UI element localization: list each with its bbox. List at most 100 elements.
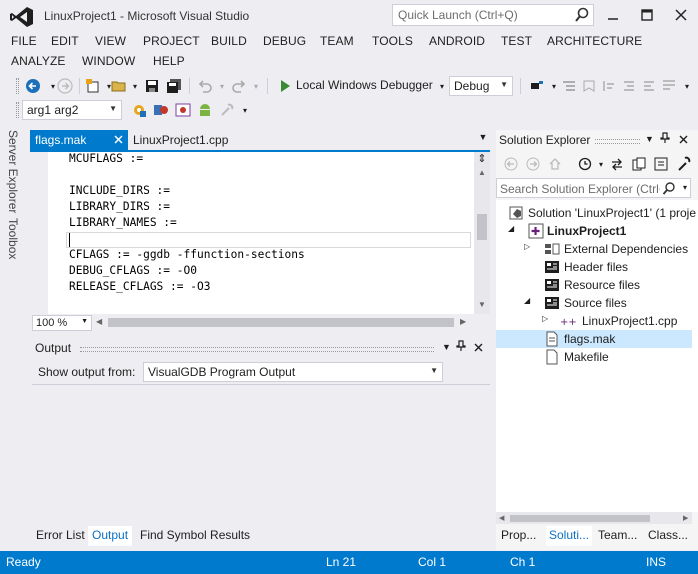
menu-debug[interactable]: DEBUG bbox=[263, 34, 306, 48]
attach-process-button[interactable] bbox=[528, 77, 546, 95]
align-button[interactable] bbox=[600, 77, 618, 95]
code-line[interactable]: CFLAGS := -ggdb -ffunction-sections bbox=[69, 248, 305, 261]
panel-options-dropdown[interactable]: ▼ bbox=[645, 134, 654, 144]
tab-class-view[interactable]: Class... bbox=[645, 526, 691, 546]
scroll-up-icon[interactable]: ▲ bbox=[478, 168, 486, 177]
expanded-arrow-icon[interactable]: ◢ bbox=[508, 224, 514, 233]
toolbox-tab[interactable]: Toolbox bbox=[6, 218, 20, 259]
server-explorer-tab[interactable]: Server Explorer bbox=[6, 130, 20, 213]
code-line[interactable]: LIBRARY_NAMES := bbox=[69, 216, 177, 229]
menu-edit[interactable]: EDIT bbox=[51, 34, 79, 48]
android-button[interactable] bbox=[196, 101, 214, 119]
menu-tools[interactable]: TOOLS bbox=[372, 34, 413, 48]
open-file-dropdown[interactable]: ▾ bbox=[126, 77, 144, 95]
code-line[interactable]: DEBUG_CFLAGS := -O0 bbox=[69, 264, 197, 277]
debug-arguments-select[interactable]: arg1 arg2 ▼ bbox=[22, 100, 122, 120]
tree-item-header-files[interactable]: Header files bbox=[504, 258, 694, 276]
se-home-button[interactable] bbox=[546, 155, 564, 173]
close-panel-button[interactable] bbox=[474, 341, 483, 355]
menu-project[interactable]: PROJECT bbox=[143, 34, 200, 48]
se-horizontal-scroll-thumb[interactable] bbox=[510, 515, 650, 522]
redo-dropdown[interactable]: ▾ bbox=[247, 77, 265, 95]
horizontal-scroll-thumb[interactable] bbox=[108, 318, 454, 327]
tree-item-external-dependencies[interactable]: ▷ External Dependencies bbox=[504, 240, 694, 258]
scroll-right-icon[interactable]: ▶ bbox=[460, 317, 466, 326]
undo-dropdown[interactable]: ▾ bbox=[213, 77, 231, 95]
collapsed-arrow-icon[interactable]: ▷ bbox=[542, 314, 548, 323]
se-sync-button[interactable] bbox=[608, 155, 626, 173]
code-editor[interactable]: MCUFLAGS := INCLUDE_DIRS := LIBRARY_DIRS… bbox=[30, 152, 474, 314]
code-line[interactable]: LIBRARY_DIRS := bbox=[69, 200, 170, 213]
se-forward-button[interactable] bbox=[524, 155, 542, 173]
start-debugging-button[interactable] bbox=[276, 77, 294, 95]
uncomment-button[interactable] bbox=[660, 77, 678, 95]
output-text-area[interactable] bbox=[32, 384, 490, 524]
tab-flags-mak[interactable]: flags.mak bbox=[30, 130, 128, 150]
split-editor-button[interactable]: ⇕ bbox=[474, 152, 490, 166]
visualgdb-profiler-button[interactable] bbox=[174, 101, 192, 119]
pin-panel-button[interactable] bbox=[660, 132, 670, 147]
undo-button[interactable] bbox=[196, 77, 214, 95]
tab-properties[interactable]: Prop... bbox=[498, 526, 539, 546]
visualgdb-tools-button[interactable] bbox=[152, 101, 170, 119]
collapsed-arrow-icon[interactable]: ▷ bbox=[524, 242, 530, 251]
toolbar-grip[interactable] bbox=[16, 102, 19, 118]
menu-build[interactable]: BUILD bbox=[211, 34, 247, 48]
bookmark-button[interactable] bbox=[580, 77, 598, 95]
toolbar-grip[interactable] bbox=[16, 78, 19, 94]
toolbar2-overflow-button[interactable]: ▾ bbox=[236, 101, 254, 119]
expanded-arrow-icon[interactable]: ◢ bbox=[524, 296, 530, 305]
tab-output[interactable]: Output bbox=[88, 526, 133, 546]
pin-panel-button[interactable] bbox=[456, 340, 466, 355]
output-source-select[interactable]: VisualGDB Program Output ▼ bbox=[143, 362, 443, 382]
scroll-right-icon[interactable]: ▶ bbox=[683, 514, 688, 522]
se-show-all-files-button[interactable] bbox=[652, 155, 670, 173]
search-options-dropdown[interactable]: ▾ bbox=[683, 183, 687, 192]
forward-button[interactable] bbox=[56, 77, 74, 95]
menu-architecture[interactable]: ARCHITECTURE bbox=[547, 34, 642, 48]
scroll-left-icon[interactable]: ◀ bbox=[499, 514, 504, 522]
panel-options-dropdown[interactable]: ▼ bbox=[442, 342, 451, 352]
tree-item-project[interactable]: ◢ ✚ LinuxProject1 bbox=[504, 222, 694, 240]
code-line[interactable]: RELEASE_CFLAGS := -O3 bbox=[69, 280, 210, 293]
comment-button[interactable] bbox=[560, 77, 578, 95]
solution-configuration-select[interactable]: Debug ▼ bbox=[449, 76, 513, 96]
tree-item-resource-files[interactable]: Resource files bbox=[504, 276, 694, 294]
menu-android[interactable]: ANDROID bbox=[429, 34, 485, 48]
menu-view[interactable]: VIEW bbox=[95, 34, 126, 48]
menu-team[interactable]: TEAM bbox=[320, 34, 354, 48]
scroll-left-icon[interactable]: ◀ bbox=[96, 317, 102, 326]
disabled-tool-button[interactable] bbox=[218, 101, 236, 119]
scroll-down-icon[interactable]: ▼ bbox=[478, 300, 486, 309]
vertical-scroll-thumb[interactable] bbox=[477, 214, 487, 240]
solution-explorer-search-input[interactable]: Search Solution Explorer (Ctrl+ ▾ bbox=[496, 178, 691, 198]
se-refresh-button[interactable] bbox=[630, 155, 648, 173]
minimize-button[interactable] bbox=[596, 2, 630, 28]
close-tab-button[interactable] bbox=[114, 132, 123, 147]
visualgdb-build-button[interactable] bbox=[130, 101, 148, 119]
menu-file[interactable]: FILE bbox=[11, 34, 37, 48]
document-list-dropdown[interactable]: ▼ bbox=[476, 132, 490, 146]
menu-window[interactable]: WINDOW bbox=[82, 54, 135, 68]
se-back-button[interactable] bbox=[502, 155, 520, 173]
save-button[interactable] bbox=[143, 77, 161, 95]
tab-error-list[interactable]: Error List bbox=[32, 526, 89, 546]
tree-item-linuxproject1-cpp[interactable]: ▷ ++ LinuxProject1.cpp bbox=[504, 312, 694, 330]
close-panel-button[interactable] bbox=[679, 133, 688, 147]
toolbar-overflow-button[interactable]: ▾ bbox=[678, 77, 696, 95]
outdent-button[interactable] bbox=[640, 77, 658, 95]
tree-item-solution[interactable]: Solution 'LinuxProject1' (1 proje bbox=[504, 204, 696, 222]
menu-test[interactable]: TEST bbox=[501, 34, 532, 48]
code-line[interactable]: INCLUDE_DIRS := bbox=[69, 184, 170, 197]
tree-item-flags-mak[interactable]: flags.mak bbox=[496, 330, 692, 348]
back-button[interactable] bbox=[24, 77, 42, 95]
redo-button[interactable] bbox=[230, 77, 248, 95]
menu-analyze[interactable]: ANALYZE bbox=[11, 54, 66, 68]
quick-launch-input[interactable]: Quick Launch (Ctrl+Q) bbox=[392, 4, 594, 26]
tab-linuxproject1-cpp[interactable]: LinuxProject1.cpp bbox=[128, 130, 238, 150]
zoom-select[interactable]: 100 % ▼ bbox=[32, 315, 92, 331]
debugger-label[interactable]: Local Windows Debugger bbox=[296, 78, 433, 92]
tree-item-source-files[interactable]: ◢ Source files bbox=[504, 294, 694, 312]
se-properties-button[interactable] bbox=[674, 155, 692, 173]
menu-help[interactable]: HELP bbox=[153, 54, 185, 68]
